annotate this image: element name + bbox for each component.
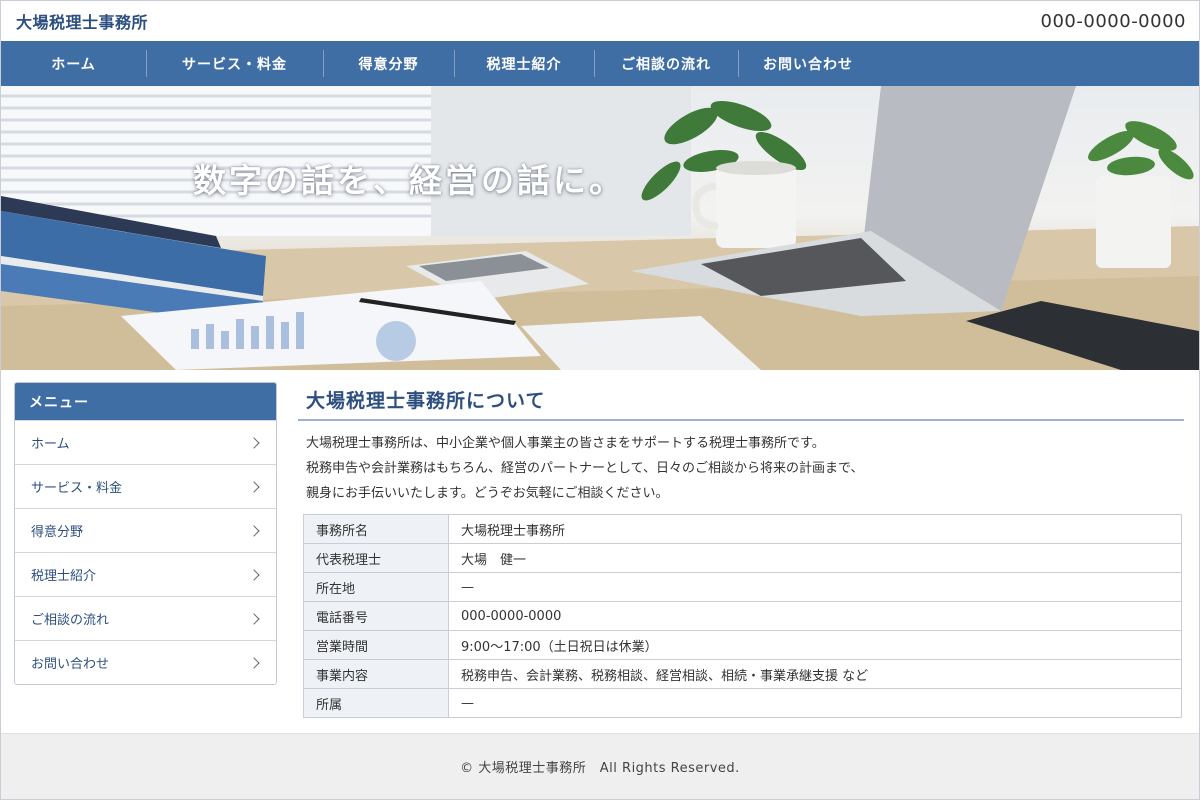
intro-text: 大場税理士事務所は、中小企業や個人事業主の皆さまをサポートする税理士事務所です。…	[298, 431, 1184, 506]
nav-item-contact[interactable]: お問い合わせ	[738, 41, 878, 86]
row-value-services: 税務申告、会計業務、税務相談、経営相談、相続・事業承継支援 など	[448, 659, 1182, 689]
sidebar-item-services-pricing[interactable]: サービス・料金	[15, 464, 276, 508]
table-row: 電話番号 000-0000-0000	[303, 601, 1182, 631]
row-label-representative: 代表税理士	[303, 543, 449, 573]
sidebar-item-label: ホーム	[31, 437, 70, 452]
row-label-services: 事業内容	[303, 659, 449, 689]
sidebar-item-label: サービス・料金	[31, 481, 123, 496]
site-header: 大場税理士事務所 000-0000-0000	[1, 1, 1199, 41]
nav-item-specialties[interactable]: 得意分野	[323, 41, 454, 86]
sidebar-item-consultation-flow[interactable]: ご相談の流れ	[15, 596, 276, 640]
sidebar-item-accountant-profile[interactable]: 税理士紹介	[15, 552, 276, 596]
chevron-right-icon	[248, 612, 260, 625]
chevron-right-icon	[248, 524, 260, 537]
table-row: 営業時間 9:00〜17:00（土日祝日は休業）	[303, 630, 1182, 660]
row-value-business-hours: 9:00〜17:00（土日祝日は休業）	[448, 630, 1182, 660]
hero-catchphrase: 数字の話を、経営の話に。	[193, 161, 625, 200]
intro-line: 親身にお手伝いいたします。どうぞお気軽にご相談ください。	[306, 486, 669, 501]
row-label-business-hours: 営業時間	[303, 630, 449, 660]
site-title[interactable]: 大場税理士事務所	[16, 9, 148, 33]
hero-banner: 数字の話を、経営の話に。	[1, 86, 1199, 370]
site-footer: © 大場税理士事務所 All Rights Reserved.	[1, 733, 1199, 799]
row-value-phone: 000-0000-0000	[448, 601, 1182, 631]
chevron-right-icon	[248, 656, 260, 669]
intro-line: 大場税理士事務所は、中小企業や個人事業主の皆さまをサポートする税理士事務所です。	[306, 436, 825, 451]
sidebar-item-contact[interactable]: お問い合わせ	[15, 640, 276, 684]
nav-item-accountant-profile[interactable]: 税理士紹介	[454, 41, 594, 86]
table-row: 事務所名 大場税理士事務所	[303, 514, 1182, 544]
row-value-address: —	[448, 572, 1182, 602]
global-nav: ホーム サービス・料金 得意分野 税理士紹介 ご相談の流れ お問い合わせ	[1, 41, 1199, 86]
sidebar-item-label: お問い合わせ	[31, 657, 110, 672]
intro-line: 税務申告や会計業務はもちろん、経営のパートナーとして、日々のご相談から将来の計画…	[306, 461, 864, 476]
row-label-address: 所在地	[303, 572, 449, 602]
sidebar-menu: メニュー ホーム サービス・料金 得意分野 税理士紹介 ご相談の流れ お問い合わ…	[14, 382, 277, 685]
sidebar-item-label: 得意分野	[31, 525, 84, 540]
row-label-phone: 電話番号	[303, 601, 449, 631]
row-value-affiliation: —	[448, 688, 1182, 718]
page-title: 大場税理士事務所について	[298, 382, 1184, 421]
hero-image	[1, 86, 1199, 370]
nav-item-consultation-flow[interactable]: ご相談の流れ	[594, 41, 738, 86]
sidebar-heading: メニュー	[15, 383, 276, 420]
copyright-text: © 大場税理士事務所 All Rights Reserved.	[460, 761, 740, 776]
row-label-office-name: 事務所名	[303, 514, 449, 544]
table-row: 事業内容 税務申告、会計業務、税務相談、経営相談、相続・事業承継支援 など	[303, 659, 1182, 689]
main-content: 大場税理士事務所について 大場税理士事務所は、中小企業や個人事業主の皆さまをサポ…	[298, 382, 1184, 718]
chevron-right-icon	[248, 436, 260, 449]
sidebar-item-label: 税理士紹介	[31, 569, 97, 584]
table-row: 所属 —	[303, 688, 1182, 718]
row-value-office-name: 大場税理士事務所	[448, 514, 1182, 544]
header-phone-number[interactable]: 000-0000-0000	[1041, 11, 1186, 32]
row-value-representative: 大場 健一	[448, 543, 1182, 573]
table-row: 所在地 —	[303, 572, 1182, 602]
nav-item-services-pricing[interactable]: サービス・料金	[146, 41, 323, 86]
chevron-right-icon	[248, 568, 260, 581]
sidebar-item-label: ご相談の流れ	[31, 613, 110, 628]
nav-item-home[interactable]: ホーム	[1, 41, 146, 86]
chevron-right-icon	[248, 480, 260, 493]
table-row: 代表税理士 大場 健一	[303, 543, 1182, 573]
row-label-affiliation: 所属	[303, 688, 449, 718]
sidebar-item-specialties[interactable]: 得意分野	[15, 508, 276, 552]
sidebar-item-home[interactable]: ホーム	[15, 420, 276, 464]
office-info-table: 事務所名 大場税理士事務所 代表税理士 大場 健一 所在地 — 電話番号 000…	[303, 514, 1182, 718]
